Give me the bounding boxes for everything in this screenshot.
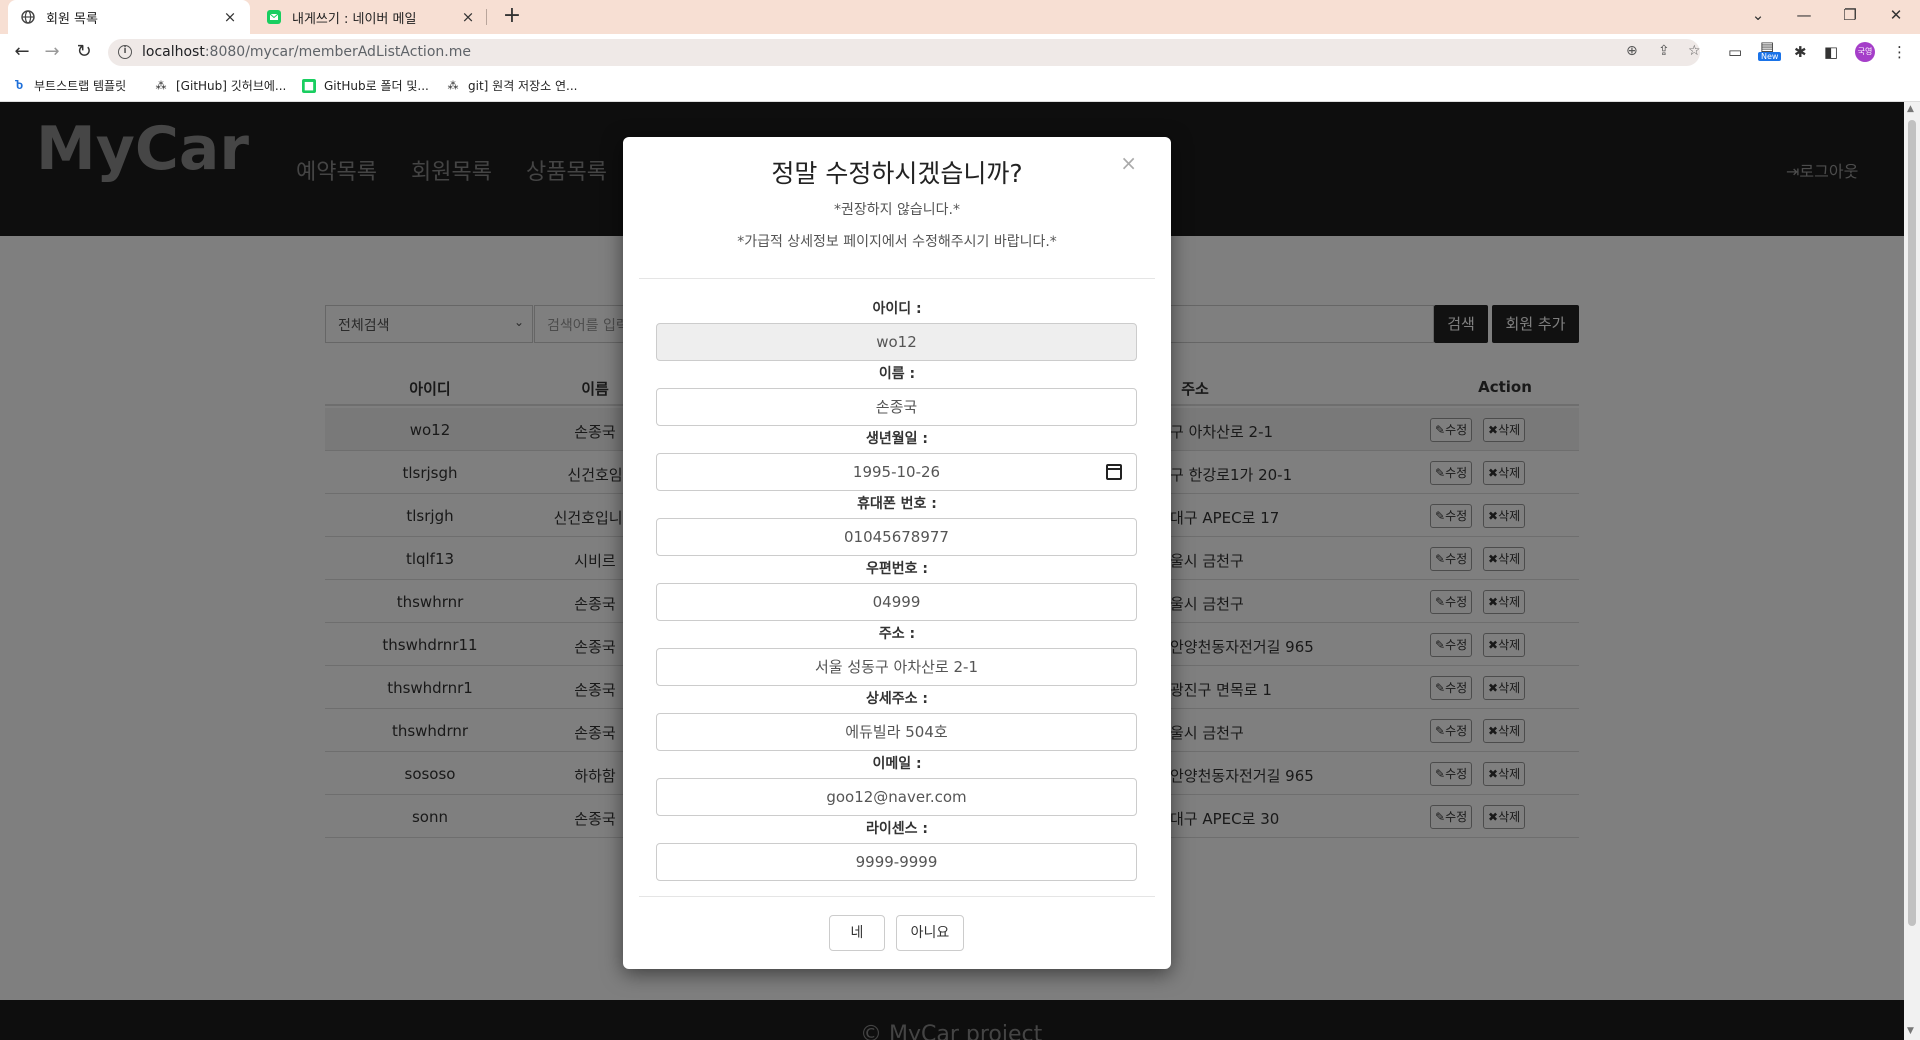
scroll-down-icon[interactable]: ▼ [1907,1026,1914,1036]
git-icon: ⁂ [447,79,459,92]
tab-title: 내게쓰기 : 네이버 메일 [292,11,417,27]
back-icon[interactable]: ← [10,40,34,64]
address-field[interactable]: 서울 성동구 아차산로 2-1 [656,648,1137,686]
modal-divider-bottom [639,896,1155,897]
email-field[interactable]: goo12@naver.com [656,778,1137,816]
confirm-no-button[interactable]: 아니요 [896,915,964,951]
license-field[interactable]: 9999-9999 [656,843,1137,881]
puzzle-icon[interactable]: ✱ [1794,43,1807,61]
menu-kebab-icon[interactable]: ⋮ [1892,43,1907,61]
tab-title: 회원 목록 [46,11,98,27]
address-detail-field[interactable]: 에듀빌라 504호 [656,713,1137,751]
modal-warning: *권장하지 않습니다.* [834,202,960,218]
close-tab-icon[interactable]: × [460,8,476,26]
tab-separator [486,9,487,25]
site-info-icon[interactable]: i [118,45,132,59]
bookmark-bootstrap[interactable]: Ⴆ 부트스트랩 템플릿 [12,77,126,94]
birthdate-field[interactable]: 1995-10-26 [656,453,1137,491]
cast-icon[interactable]: ▭ [1728,43,1742,61]
share-icon[interactable]: ⇪ [1658,43,1670,59]
field-label-zipcode: 우편번호 : [866,561,928,577]
minimize-icon[interactable]: — [1782,0,1826,30]
address-bar[interactable]: i localhost:8080/mycar/memberAdListActio… [108,39,1701,66]
name-field[interactable]: 손종국 [656,388,1137,426]
naver-icon: ■ [302,78,316,93]
git-icon: ⁂ [155,79,167,92]
profile-avatar[interactable]: 국영 [1855,42,1875,62]
close-window-icon[interactable]: ✕ [1874,0,1918,30]
forward-icon[interactable]: → [40,40,64,64]
field-label-phone: 휴대폰 번호 : [857,496,937,512]
bookmark-git-remote[interactable]: ⁂ git] 원격 저장소 연... [446,77,578,94]
tab-member-list[interactable]: 회원 목록 × [8,0,250,34]
field-label-name: 이름 : [878,366,916,382]
calendar-icon[interactable] [1106,464,1122,480]
mail-icon [266,9,282,25]
globe-icon [20,9,36,25]
id-field[interactable]: wo12 [656,323,1137,361]
bookmarks-bar: Ⴆ 부트스트랩 템플릿 ⁂ [GitHub] 깃허브에... ■ GitHub로… [0,70,1920,102]
field-label-birthdate: 생년월일 : [866,431,928,447]
field-label-address-detail: 상세주소 : [866,691,928,707]
field-label-id: 아이디 : [872,301,922,317]
scroll-up-icon[interactable]: ▲ [1907,104,1914,114]
confirm-yes-button[interactable]: 네 [829,915,885,951]
browser-toolbar: ← → ↻ i localhost:8080/mycar/memberAdLis… [0,34,1920,70]
page-scrollbar[interactable]: ▲ ▼ [1904,102,1920,1040]
field-label-email: 이메일 : [872,756,922,772]
new-badge: New [1758,52,1782,61]
modal-title: 정말 수정하시겠습니까? [771,159,1023,188]
bookmark-github-2[interactable]: ■ GitHub로 폴더 및... [302,77,429,94]
tab-naver-mail[interactable]: 내게쓰기 : 네이버 메일 × [254,0,488,34]
close-tab-icon[interactable]: × [222,8,238,26]
field-label-license: 라이센스 : [866,821,928,837]
bookmark-star-icon[interactable]: ☆ [1688,43,1701,59]
tab-strip: 회원 목록 × 내게쓰기 : 네이버 메일 × + ⌄ — ❐ ✕ [0,0,1920,34]
new-tab-button[interactable]: + [498,4,526,30]
field-label-address: 주소 : [878,626,916,642]
modal-divider-top [639,278,1155,279]
tab-search-icon[interactable]: ⌄ [1736,0,1780,30]
restore-icon[interactable]: ❐ [1828,0,1872,30]
modal-notice: *가급적 상세정보 페이지에서 수정해주시기 바랍니다.* [737,234,1057,250]
bootstrap-icon: Ⴆ [14,79,24,92]
phone-field[interactable]: 01045678977 [656,518,1137,556]
url-text: localhost:8080/mycar/memberAdListAction.… [142,44,471,60]
reload-icon[interactable]: ↻ [72,40,96,64]
edit-confirm-modal: × 정말 수정하시겠습니까? *권장하지 않습니다.* *가급적 상세정보 페이… [623,137,1171,969]
zipcode-field[interactable]: 04999 [656,583,1137,621]
bookmark-github-1[interactable]: ⁂ [GitHub] 깃허브에... [154,77,287,94]
side-panel-icon[interactable]: ◧ [1824,43,1838,61]
zoom-icon[interactable]: ⊕ [1626,43,1638,59]
scrollbar-thumb[interactable] [1908,120,1916,926]
